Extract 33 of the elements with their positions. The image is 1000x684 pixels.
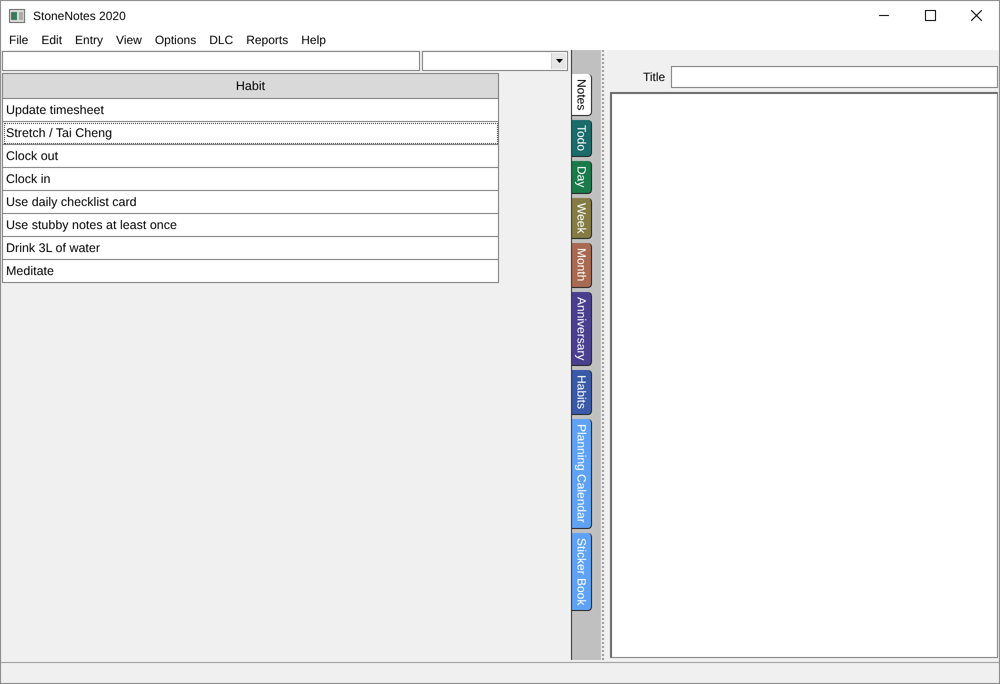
- table-cell[interactable]: Clock out: [2, 144, 498, 168]
- tab[interactable]: Anniversary: [572, 292, 592, 366]
- title-label: Title: [643, 70, 666, 84]
- filter-dropdown[interactable]: [422, 51, 568, 71]
- search-field[interactable]: [2, 51, 420, 71]
- title-field[interactable]: [671, 66, 998, 88]
- table-cell[interactable]: Use daily checklist card: [2, 190, 498, 214]
- menu-item[interactable]: DLC: [203, 33, 240, 47]
- tab[interactable]: Week: [572, 198, 592, 240]
- menu-item[interactable]: Edit: [35, 33, 70, 47]
- menu-item[interactable]: Reports: [240, 33, 296, 47]
- close-icon: [970, 10, 982, 21]
- table-cell[interactable]: Meditate: [2, 260, 498, 282]
- tab[interactable]: Habits: [572, 370, 592, 415]
- menu-item[interactable]: Entry: [69, 33, 110, 47]
- table-cell[interactable]: Use stubby notes at least once: [2, 214, 498, 236]
- table-cell[interactable]: Stretch / Tai Cheng: [2, 122, 498, 144]
- tab[interactable]: Day: [572, 161, 592, 194]
- table-cell[interactable]: Drink 3L of water: [2, 236, 498, 260]
- table-cell[interactable]: Clock in: [2, 168, 498, 190]
- table-cell[interactable]: Update timesheet: [2, 98, 498, 122]
- maximize-icon: [924, 10, 936, 21]
- caret-icon: [556, 59, 562, 63]
- tab[interactable]: Todo: [572, 120, 592, 158]
- tab[interactable]: Notes: [572, 74, 592, 116]
- menu-item[interactable]: Help: [295, 33, 333, 47]
- menu-item[interactable]: File: [3, 33, 36, 47]
- column-header[interactable]: Habit: [2, 74, 498, 98]
- tab[interactable]: Month: [572, 243, 592, 288]
- menu-item[interactable]: Options: [148, 33, 204, 47]
- menu-item[interactable]: View: [110, 33, 149, 47]
- app-icon: [9, 8, 25, 22]
- window-title: StoneNotes 2020: [33, 8, 127, 22]
